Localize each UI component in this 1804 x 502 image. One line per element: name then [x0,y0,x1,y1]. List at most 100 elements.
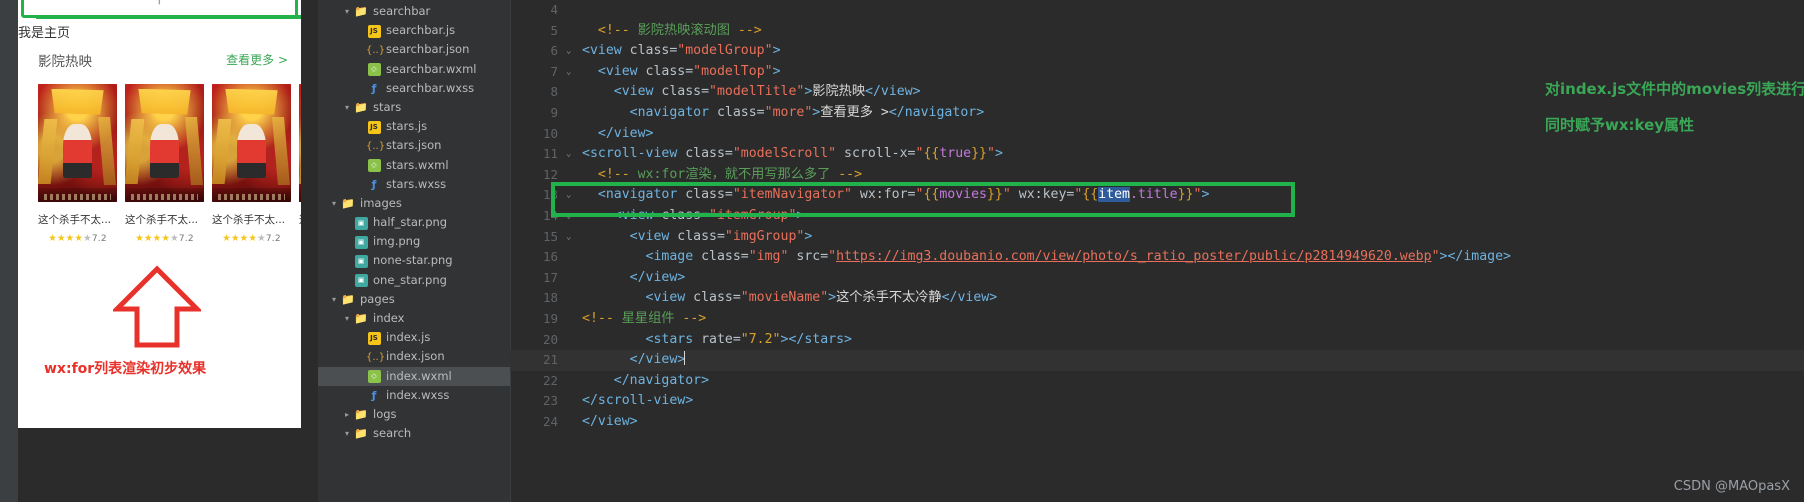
tree-item-label: stars.js [386,119,428,134]
tree-item-label: logs [373,406,397,421]
star-empty-icon: ★ [257,233,266,244]
code-token: rate= [701,331,741,347]
code-token: src= [788,249,829,265]
code-line-17[interactable]: 17 </view> [510,268,1804,289]
tree-disclosure-arrow[interactable]: ▾ [328,194,340,213]
tree-item-label: index.wxml [386,368,452,383]
tree-item-one_star-png[interactable]: ▣ one_star.png [318,271,510,290]
code-token: <view [582,84,662,100]
code-fold-toggle[interactable]: ⌄ [566,227,571,248]
more-link[interactable]: 查看更多 > [226,51,288,68]
code-line-20[interactable]: 20 <stars rate="7.2"></stars> [510,330,1804,351]
tree-item-searchbar-wxml[interactable]: ◇ searchbar.wxml [318,60,510,79]
movie-poster[interactable] [299,84,301,202]
code-line-22[interactable]: 22 </navigator> [510,371,1804,392]
tree-disclosure-arrow[interactable]: ▾ [328,290,340,309]
line-number: 23 [542,393,558,409]
code-line-text: <!-- 影院热映滚动图 --> [582,21,762,42]
render-effect-annotation: wx:for列表渲染初步效果 [44,361,207,377]
tree-item-search[interactable]: ▾ 📁 search [318,424,510,443]
folder-icon: 📁 [354,312,368,325]
code-line-4[interactable]: 4 [510,0,1804,21]
movie-poster[interactable] [38,84,117,202]
code-line-24[interactable]: 24 </view> [510,412,1804,433]
tree-item-logs[interactable]: ▸ 📁 logs [318,405,510,424]
movie-rating: ★★★★★7.2 [48,233,107,244]
tree-item-none-star-png[interactable]: ▣ none-star.png [318,251,510,270]
tree-item-searchbar-wxss[interactable]: ƒ searchbar.wxss [318,79,510,98]
code-token: class= [701,249,749,265]
tree-disclosure-arrow[interactable]: ▸ [341,405,353,424]
tree-item-stars-js[interactable]: JS stars.js [318,117,510,136]
code-fold-toggle[interactable]: ⌄ [566,62,571,83]
code-token: }} [971,146,987,162]
line-number: 17 [542,269,558,285]
search-input[interactable]: ⚲ [21,0,298,18]
line-number: 16 [542,249,558,265]
tree-item-pages[interactable]: ▾ 📁 pages [318,290,510,309]
tree-item-index-wxml[interactable]: ◇ index.wxml [318,366,510,386]
text-caret [684,351,686,366]
tree-item-stars-wxml[interactable]: ◇ stars.wxml [318,156,510,175]
line-number: 24 [542,413,558,429]
tree-item-label: index.js [386,330,431,345]
movie-poster[interactable] [125,84,204,202]
code-line-text: <navigator class="more">查看更多 ></navigato… [582,103,985,124]
code-line-11[interactable]: 11 ⌄ <scroll-view class="modelScroll" scro… [510,144,1804,165]
code-token: 星星组件 [621,310,675,326]
code-token: </scroll-view> [582,393,694,409]
simulator-bottom-area [18,428,301,502]
tree-item-stars[interactable]: ▾ 📁 stars [318,98,510,117]
code-line-19[interactable]: 19 <!-- 星星组件 --> [510,309,1804,330]
code-line-text: <view class="modelGroup"> [582,41,781,62]
tree-item-stars-wxss[interactable]: ƒ stars.wxss [318,175,510,194]
code-token: class= [645,63,694,79]
code-line-5[interactable]: 5 <!-- 影院热映滚动图 --> [510,21,1804,42]
tree-item-searchbar-js[interactable]: JS searchbar.js [318,21,510,40]
file-explorer-panel[interactable]: ▾ 📁 searchbar JS searchbar.js {..}searchbar.j… [318,0,510,502]
code-token: class= [629,43,678,59]
code-line-15[interactable]: 15 ⌄ <view class="imgGroup"> [510,227,1804,248]
code-line-6[interactable]: 6 ⌄ <view class="modelGroup"> [510,41,1804,62]
tree-item-half_star-png[interactable]: ▣ half_star.png [318,213,510,232]
tree-disclosure-arrow[interactable]: ▾ [341,424,353,443]
code-line-text: </view> [582,124,654,145]
code-token: " [828,249,837,265]
code-line-text: <stars rate="7.2"></stars> [582,330,852,351]
code-editor-panel[interactable]: 45 <!-- 影院热映滚动图 --> 6 ⌄ <view class="modelG… [510,0,1804,502]
wxml-file-icon: ◇ [366,156,382,175]
tree-disclosure-arrow[interactable]: ▾ [341,2,353,21]
json-file-icon: {..} [366,44,386,56]
tree-item-index-wxss[interactable]: ƒ index.wxss [318,386,510,405]
movie-stars-row: ★★★★★7.2 ★★★★★7.2 ★★★★★7.2 [38,233,301,244]
wxml-file-icon: ◇ [366,367,382,386]
tree-item-img-png[interactable]: ▣ img.png [318,232,510,251]
code-token: "more" [764,104,813,120]
tree-item-searchbar[interactable]: ▾ 📁 searchbar [318,2,510,21]
tree-item-index[interactable]: ▾ 📁 index [318,309,510,328]
code-fold-toggle[interactable]: ⌄ [566,41,571,62]
tree-disclosure-arrow[interactable]: ▾ [341,98,353,117]
code-line-18[interactable]: 18 <view class="movieName">这个杀手不太冷静</vie… [510,288,1804,309]
code-line-21[interactable]: 21 </view> [510,350,1804,371]
tree-disclosure-arrow[interactable]: ▾ [341,309,353,328]
tree-item-label: searchbar [373,4,431,18]
tree-item-searchbar-json[interactable]: {..}searchbar.json [318,40,510,59]
movie-poster[interactable] [212,84,291,202]
movie-scroll-row[interactable] [38,84,301,212]
code-token: <navigator [582,104,717,120]
code-line-16[interactable]: 16 <image class="img" src="https://img3.… [510,247,1804,268]
code-token: </view> [582,413,638,429]
tree-item-index-js[interactable]: JS index.js [318,328,510,347]
movie-name: 这个杀手不太... [38,214,112,226]
code-fold-toggle[interactable]: ⌄ [566,144,571,165]
code-line-23[interactable]: 23 </scroll-view> [510,391,1804,412]
tree-item-stars-json[interactable]: {..}stars.json [318,136,510,155]
line-number: 18 [542,290,558,306]
tree-item-images[interactable]: ▾ 📁 images [318,194,510,213]
tree-item-index-json[interactable]: {..}index.json [318,347,510,366]
code-token: " [1431,249,1440,265]
code-line-text: <view class="modelTitle">影院热映</view> [582,82,921,103]
code-token: --> [729,22,762,38]
folder-pages-icon: 📁 [341,292,355,306]
